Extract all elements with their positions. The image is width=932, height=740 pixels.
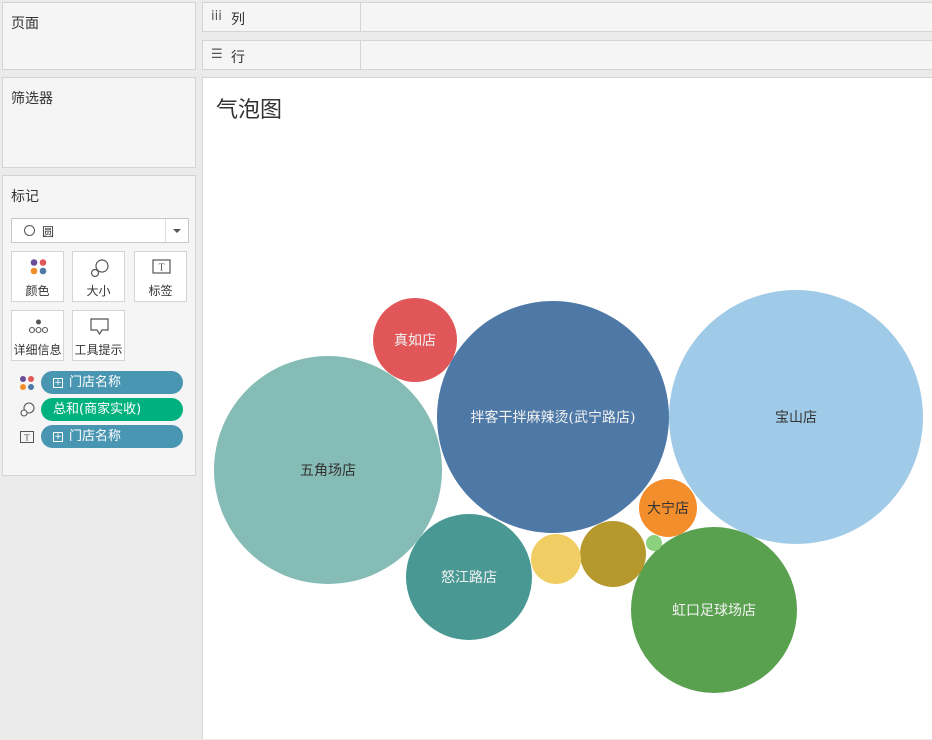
filters-title: 筛选器 bbox=[11, 91, 53, 107]
detail-button-label: 详细信息 bbox=[13, 343, 62, 357]
size-icon bbox=[90, 259, 109, 278]
bubble-label: 五角场店 bbox=[300, 463, 356, 479]
label-button-label: 标签 bbox=[148, 284, 173, 298]
marks-title: 标记 bbox=[11, 189, 39, 205]
rows-icon: ☰ bbox=[211, 47, 223, 62]
pill-label: 门店名称 bbox=[69, 375, 122, 390]
bubble-label: 宝山店 bbox=[775, 410, 817, 426]
pill-label: 门店名称 bbox=[69, 429, 122, 444]
color-button-label: 颜色 bbox=[25, 284, 50, 298]
columns-shelf[interactable] bbox=[361, 2, 932, 32]
columns-label: 列 bbox=[231, 12, 245, 28]
tooltip-icon bbox=[90, 318, 109, 336]
mark-type-label: 圆 bbox=[42, 225, 55, 239]
bubble[interactable] bbox=[580, 521, 646, 587]
sales-size-pill[interactable]: 总和(商家实收) bbox=[41, 398, 183, 421]
tooltip-button-label: 工具提示 bbox=[74, 343, 123, 357]
rows-shelf-label: ☰ 行 bbox=[202, 40, 361, 70]
store-name-label-pill[interactable]: + 门店名称 bbox=[41, 425, 183, 448]
size-button-label: 大小 bbox=[86, 284, 111, 298]
columns-icon: iii bbox=[211, 9, 222, 24]
detail-button[interactable]: 详细信息 bbox=[11, 310, 64, 361]
bubble-label: 拌客干拌麻辣烫(武宁路店) bbox=[471, 409, 636, 426]
size-button[interactable]: 大小 bbox=[72, 251, 125, 302]
bubble-label: 真如店 bbox=[394, 333, 436, 349]
chevron-down-icon[interactable] bbox=[165, 219, 188, 242]
rows-label: 行 bbox=[231, 50, 245, 66]
tooltip-button[interactable]: 工具提示 bbox=[72, 310, 125, 361]
size-icon bbox=[20, 402, 35, 417]
text-label-icon: T bbox=[20, 431, 34, 443]
columns-shelf-label: iii 列 bbox=[202, 2, 361, 32]
svg-text:T: T bbox=[158, 263, 164, 274]
text-label-icon: T bbox=[152, 259, 171, 274]
color-icon bbox=[30, 259, 47, 275]
detail-icon bbox=[28, 319, 49, 334]
bubble-label: 怒江路店 bbox=[441, 570, 497, 586]
svg-text:T: T bbox=[24, 433, 30, 443]
viz-canvas[interactable]: 气泡图 宝山店 拌客干拌麻辣烫(武宁路店) 五角场店 虹口足球场店 怒江路店 真如店 大宁店 bbox=[202, 77, 932, 739]
color-icon bbox=[20, 376, 34, 390]
plus-icon[interactable]: + bbox=[53, 432, 63, 442]
bubble[interactable] bbox=[531, 534, 581, 584]
store-name-color-pill[interactable]: + 门店名称 bbox=[41, 371, 183, 394]
color-button[interactable]: 颜色 bbox=[11, 251, 64, 302]
pages-title: 页面 bbox=[11, 16, 39, 32]
marks-panel: 标记 圆 颜色 大小 T 标签 详细信息 工具提示 + 门店名称 总和(商家实收… bbox=[2, 175, 196, 476]
filters-panel[interactable]: 筛选器 bbox=[2, 77, 196, 168]
plus-icon[interactable]: + bbox=[53, 378, 63, 388]
bubble-label: 虹口足球场店 bbox=[672, 603, 756, 619]
bubble[interactable] bbox=[646, 535, 662, 551]
mark-type-dropdown[interactable]: 圆 bbox=[11, 218, 189, 243]
pages-panel[interactable]: 页面 bbox=[2, 2, 196, 70]
rows-shelf[interactable] bbox=[361, 40, 932, 70]
bubble-chart: 宝山店 拌客干拌麻辣烫(武宁路店) 五角场店虹口足球场店 怒江路店 真如店大宁店 bbox=[214, 290, 923, 693]
circle-icon bbox=[24, 225, 35, 236]
label-button[interactable]: T 标签 bbox=[134, 251, 187, 302]
pill-label: 总和(商家实收) bbox=[53, 402, 142, 417]
bubble-label: 大宁店 bbox=[647, 500, 689, 517]
